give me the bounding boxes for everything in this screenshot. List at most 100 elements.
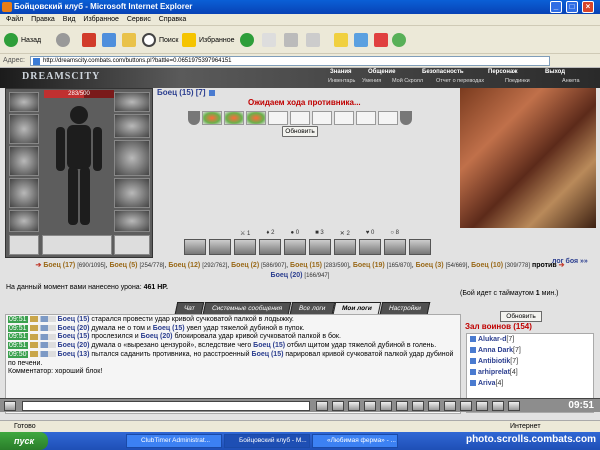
flag-button[interactable] — [374, 30, 391, 50]
slot-shield[interactable] — [114, 178, 150, 208]
spell-slot[interactable] — [409, 239, 431, 255]
menu-file[interactable]: Файл — [6, 16, 23, 23]
nav-character[interactable]: Персонаж — [488, 69, 518, 75]
subnav-profile[interactable]: Анкета — [562, 78, 580, 84]
subnav-skills[interactable]: Умения — [362, 78, 381, 84]
menu-favorites[interactable]: Избранное — [83, 16, 118, 23]
chat-tool-button[interactable] — [364, 401, 376, 411]
menu-tools[interactable]: Сервис — [127, 16, 151, 23]
chat-tool-button[interactable] — [428, 401, 440, 411]
spell-slot[interactable] — [309, 239, 331, 255]
player-name[interactable]: Боец (15) [7] — [157, 88, 217, 97]
research-button[interactable] — [354, 30, 371, 50]
spell-slot[interactable] — [359, 239, 381, 255]
action-slot-8[interactable] — [356, 111, 376, 125]
nav-security[interactable]: Безопасность — [422, 69, 464, 75]
fight-refresh-button[interactable]: Обновить — [282, 126, 318, 137]
task-clubtimer[interactable]: ClubTimer Administrat... — [126, 434, 222, 448]
tab-my-logs[interactable]: Мои логи — [333, 302, 382, 314]
close-button[interactable]: × — [582, 1, 594, 13]
room-player[interactable]: arhiprelat[4] — [469, 367, 593, 378]
chat-tool-button[interactable] — [476, 401, 488, 411]
slot-gloves[interactable] — [114, 140, 150, 176]
room-player[interactable]: Alukar-d[7] — [469, 334, 593, 345]
spell-slot[interactable] — [284, 239, 306, 255]
chat-tool-button[interactable] — [332, 401, 344, 411]
chat-input[interactable] — [22, 401, 310, 411]
chat-tool-button[interactable] — [396, 401, 408, 411]
address-input[interactable]: http://dreamscity.combats.com/buttons.pl… — [30, 56, 550, 66]
back-button[interactable]: Назад — [4, 30, 41, 50]
chat-tool-button[interactable] — [492, 401, 504, 411]
edit-button[interactable] — [306, 30, 323, 50]
slot-pockets[interactable] — [42, 235, 112, 255]
spell-slot[interactable] — [334, 239, 356, 255]
nav-communication[interactable]: Общение — [368, 69, 395, 75]
team1-fighter[interactable]: Боец (3) — [416, 262, 444, 269]
messenger-button[interactable] — [334, 30, 351, 50]
mail-button[interactable] — [262, 30, 279, 50]
slot-boots[interactable] — [114, 210, 150, 232]
stop-button[interactable] — [82, 30, 99, 50]
action-slot-5[interactable] — [290, 111, 310, 125]
slot-rune[interactable] — [9, 235, 39, 255]
room-refresh-button[interactable]: Обновить — [500, 311, 542, 322]
tab-settings[interactable]: Настройки — [380, 302, 431, 314]
spell-slot[interactable] — [234, 239, 256, 255]
tab-chat[interactable]: Чат — [174, 302, 205, 314]
chat-tool-button[interactable] — [444, 401, 456, 411]
team2-fighter[interactable]: Боец (20) — [271, 272, 303, 279]
tab-system[interactable]: Системные сообщения — [202, 302, 292, 314]
subnav-fights[interactable]: Поединки — [505, 78, 530, 84]
slot-belt[interactable] — [9, 210, 39, 232]
slot-armor[interactable] — [9, 178, 39, 208]
slot-necklace[interactable] — [9, 114, 39, 144]
action-slot-1[interactable] — [202, 111, 222, 125]
menu-help[interactable]: Справка — [159, 16, 186, 23]
slot-rings[interactable] — [114, 114, 150, 138]
task-farm[interactable]: «Любимая ферма» - ... — [312, 434, 398, 448]
search-button[interactable]: Поиск — [142, 30, 178, 50]
action-slot-7[interactable] — [334, 111, 354, 125]
action-slot-2[interactable] — [224, 111, 244, 125]
addon-button[interactable] — [392, 30, 409, 50]
favorites-button[interactable]: Избранное — [182, 30, 234, 50]
chat-mode-button[interactable] — [4, 401, 16, 411]
slot-weapon[interactable] — [9, 146, 39, 176]
chat-tool-button[interactable] — [412, 401, 424, 411]
tab-all-logs[interactable]: Все логи — [289, 302, 335, 314]
subnav-inventory[interactable]: Инвентарь — [328, 78, 355, 84]
spell-slot[interactable] — [209, 239, 231, 255]
room-player[interactable]: Ariva[4] — [469, 378, 593, 389]
action-slot-3[interactable] — [246, 111, 266, 125]
slot-earrings[interactable] — [114, 92, 150, 112]
slot-helmet[interactable] — [9, 92, 39, 112]
chat-tool-button[interactable] — [316, 401, 328, 411]
team1-fighter[interactable]: Боец (12) — [168, 262, 200, 269]
info-icon[interactable] — [208, 89, 215, 96]
room-player[interactable]: Anna Dark[7] — [469, 345, 593, 356]
team1-fighter[interactable]: Боец (19) — [353, 262, 385, 269]
task-combats[interactable]: Бойцовский клуб - M... — [224, 434, 310, 448]
chat-tool-button[interactable] — [348, 401, 360, 411]
chat-tool-button[interactable] — [460, 401, 472, 411]
spell-slot[interactable] — [184, 239, 206, 255]
chat-tool-button[interactable] — [380, 401, 392, 411]
team1-fighter[interactable]: Боец (5) — [109, 262, 137, 269]
team1-fighter[interactable]: Боец (17) — [43, 262, 75, 269]
room-player[interactable]: Antibiotik[7] — [469, 356, 593, 367]
nav-exit[interactable]: Выход — [545, 69, 565, 75]
nav-knowledge[interactable]: Знания — [330, 69, 352, 75]
spell-slot[interactable] — [259, 239, 281, 255]
minimize-button[interactable]: _ — [550, 1, 562, 13]
menu-edit[interactable]: Правка — [31, 16, 55, 23]
home-button[interactable] — [122, 30, 139, 50]
team1-fighter[interactable]: Боец (15) — [290, 262, 322, 269]
team1-fighter[interactable]: Боец (2) — [231, 262, 259, 269]
action-slot-6[interactable] — [312, 111, 332, 125]
subnav-transfers[interactable]: Отчет о переводах — [436, 78, 484, 84]
action-slot-9[interactable] — [378, 111, 398, 125]
battle-log-link[interactable]: лог боя »» — [552, 258, 588, 265]
team1-fighter[interactable]: Боец (10) — [471, 262, 503, 269]
refresh-button[interactable] — [102, 30, 119, 50]
